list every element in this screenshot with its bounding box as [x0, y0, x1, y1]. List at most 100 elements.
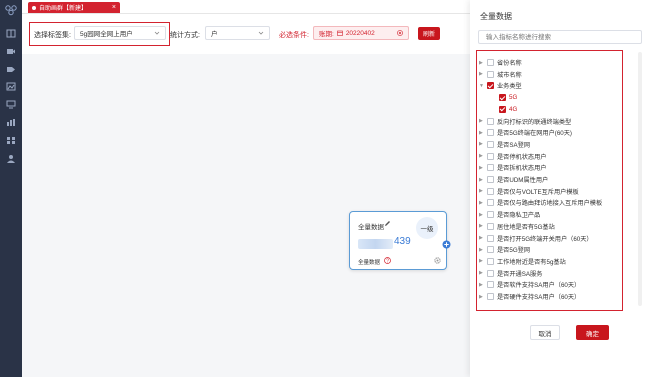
tree-item[interactable]: ▶ 是否5G登网 [479, 244, 530, 255]
checkbox[interactable] [487, 234, 494, 242]
tab-bar: 自助画群【新建】 × [22, 0, 470, 14]
cancel-button[interactable]: 取消 [530, 325, 560, 340]
tree-item[interactable]: ▶ 城市名称 [479, 69, 522, 80]
scrollbar[interactable] [638, 52, 642, 306]
caret-right-icon[interactable]: ▶ [479, 130, 487, 136]
tree-item[interactable]: ▶ 是否SA登网 [479, 139, 530, 150]
refresh-button[interactable]: 刷新 [418, 27, 440, 40]
tree-item-label: 是否打开5G终端开关用户（60天） [497, 235, 593, 243]
close-icon[interactable]: × [112, 4, 116, 11]
checkbox[interactable] [487, 176, 494, 183]
caret-right-icon[interactable]: ▶ [479, 141, 487, 147]
tree-item[interactable]: 5G [491, 92, 517, 103]
caret-right-icon[interactable]: ▶ [479, 188, 487, 194]
tree-item-label: 是否仅与VOLTE互斥用户模板 [497, 188, 579, 196]
tree-item[interactable]: ▶ 是否硬件支持SA用户（60天） [479, 291, 580, 302]
caret-right-icon[interactable]: ▶ [479, 200, 487, 206]
caret-right-icon[interactable]: ▶ [479, 177, 487, 183]
checkbox[interactable] [487, 59, 494, 66]
checkbox[interactable] [487, 281, 494, 289]
caret-right-icon[interactable]: ▶ [479, 282, 487, 288]
caret-down-icon[interactable]: ▼ [479, 83, 487, 89]
checkbox[interactable] [499, 94, 506, 102]
tree-item-label: 是否软件支持SA用户（60天） [497, 282, 581, 290]
tree-item[interactable]: ▶ 是否仅与路由拜访地接入互斥用户模板 [479, 197, 602, 208]
checkbox[interactable] [487, 293, 494, 300]
caret-right-icon[interactable]: ▶ [479, 165, 487, 171]
tree-item[interactable]: ▶ 是否拆机状态用户 [479, 162, 547, 173]
caret-right-icon[interactable]: ▶ [479, 258, 487, 264]
account-period-picker[interactable]: 账期: 20220402 [313, 26, 409, 40]
caret-right-icon[interactable]: ▶ [479, 247, 487, 253]
video-icon[interactable] [6, 47, 16, 56]
checkbox[interactable] [487, 211, 494, 219]
gear-icon[interactable] [434, 257, 441, 264]
tree-item[interactable]: ▼ 业务类型 [479, 80, 522, 91]
tree-item-label: 是否硬件支持SA用户（60天） [497, 294, 581, 301]
checkbox[interactable] [487, 269, 494, 277]
caret-right-icon[interactable]: ▶ [479, 71, 487, 77]
tag-set-select[interactable]: 5g园网全网上用户 [74, 26, 166, 40]
monitor-icon[interactable] [6, 100, 16, 109]
tree-item[interactable]: 4G [491, 104, 517, 115]
tree-item-label: 城市名称 [497, 71, 522, 79]
caret-right-icon[interactable]: ▶ [479, 153, 487, 159]
tree-item[interactable]: ▶ 居住地是否有5G基站 [479, 221, 555, 232]
checkbox[interactable] [487, 152, 494, 160]
confirm-button[interactable]: 确定 [576, 325, 609, 340]
tree-item-label: 业务类型 [497, 83, 522, 91]
sidebar [0, 0, 22, 377]
tree-item[interactable]: ▶ 是否开通SA服务 [479, 268, 542, 279]
caret-right-icon[interactable]: ▶ [479, 212, 487, 218]
tree-item-label: 是否SA登网 [497, 141, 531, 149]
book-icon[interactable] [6, 29, 16, 38]
data-node-card[interactable]: 全量数据 一级 439 全量数据 ? [349, 211, 451, 270]
tree-item-label: 5G [509, 94, 518, 102]
tree-item-label: 工作地附近是否有5g基站 [497, 258, 566, 266]
checkbox[interactable] [487, 257, 494, 265]
edit-icon[interactable] [384, 220, 391, 227]
indicator-search-input[interactable] [478, 30, 642, 44]
checkbox[interactable] [487, 117, 494, 125]
help-icon[interactable]: ? [384, 257, 391, 264]
checkbox[interactable] [499, 105, 506, 113]
tag-icon[interactable] [6, 65, 16, 74]
checkbox[interactable] [487, 129, 494, 137]
checkbox[interactable] [487, 82, 494, 90]
logo-icon [5, 5, 17, 16]
caret-right-icon[interactable]: ▶ [479, 235, 487, 241]
image-icon[interactable] [6, 82, 16, 91]
tree-item[interactable]: ▶ 是否5G终端在网用户(60天) [479, 127, 572, 138]
checkbox[interactable] [487, 246, 494, 254]
caret-right-icon[interactable]: ▶ [479, 60, 487, 66]
user-icon[interactable] [6, 154, 16, 163]
tree-item[interactable]: ▶ 工作地附近是否有5g基站 [479, 256, 566, 267]
clear-icon[interactable] [397, 30, 403, 36]
bar-chart-icon[interactable] [6, 118, 16, 127]
tab-self-service-group[interactable]: 自助画群【新建】 × [28, 2, 120, 13]
tree-item[interactable]: ▶ 是否UDM属性用户 [479, 174, 548, 185]
tree-item[interactable]: ▶ 是否隐私卫产品 [479, 209, 540, 220]
tree-item[interactable]: ▶ 反向打标识的联通终端类型 [479, 116, 571, 127]
calendar-icon [337, 30, 343, 36]
checkbox[interactable] [487, 164, 494, 172]
checkbox[interactable] [487, 222, 494, 230]
tree-item[interactable]: ▶ 是否软件支持SA用户（60天） [479, 279, 580, 290]
grid-icon[interactable] [6, 136, 16, 145]
caret-right-icon[interactable]: ▶ [479, 223, 487, 229]
tag-set-value: 5g园网全网上用户 [80, 31, 133, 38]
checkbox[interactable] [487, 140, 494, 148]
tree-item[interactable]: ▶ 省份名称 [479, 57, 522, 68]
tree-item[interactable]: ▶ 是否停机状态用户 [479, 151, 547, 162]
checkbox[interactable] [487, 187, 494, 195]
checkbox[interactable] [487, 70, 494, 78]
caret-right-icon[interactable]: ▶ [479, 270, 487, 276]
caret-right-icon[interactable]: ▶ [479, 294, 487, 300]
add-node-icon[interactable] [442, 240, 451, 249]
stat-method-select[interactable]: 户 [205, 26, 270, 40]
caret-right-icon[interactable]: ▶ [479, 118, 487, 124]
checkbox[interactable] [487, 199, 494, 207]
tree-item[interactable]: ▶ 是否打开5G终端开关用户（60天） [479, 233, 593, 244]
tree-item-label: 是否5G登网 [497, 247, 531, 255]
tree-item[interactable]: ▶ 是否仅与VOLTE互斥用户模板 [479, 186, 579, 197]
